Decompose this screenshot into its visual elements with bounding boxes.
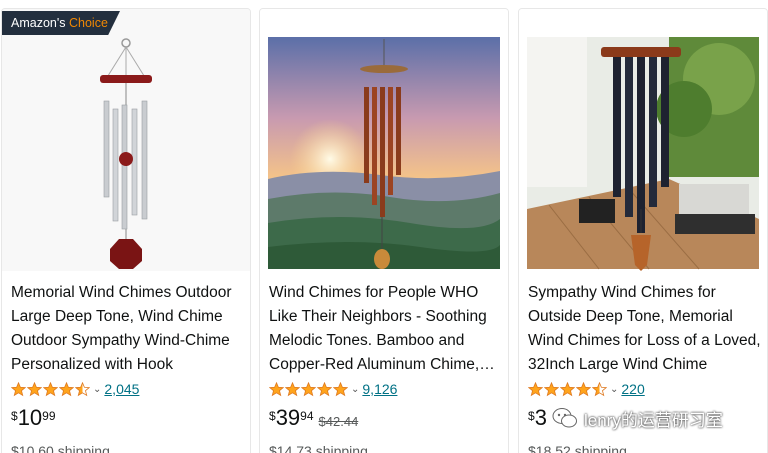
- price-whole: 3: [534, 405, 547, 430]
- star-full-icon: [576, 381, 591, 396]
- product-image[interactable]: [2, 9, 250, 271]
- product-title[interactable]: Wind Chimes for People WHO Like Their Ne…: [269, 281, 505, 377]
- price-symbol: $: [11, 409, 18, 423]
- star-full-icon: [544, 381, 559, 396]
- shipping-cost: $14.73 shipping: [269, 443, 368, 453]
- rating-row[interactable]: ⌄ 220: [528, 379, 645, 399]
- amazons-choice-badge: Amazon's Choice: [2, 11, 120, 35]
- sunset-wind-chime-image: [260, 9, 508, 271]
- star-full-icon: [528, 381, 543, 396]
- product-card[interactable]: Sympathy Wind Chimes for Outside Deep To…: [518, 8, 768, 453]
- star-full-icon: [333, 381, 348, 396]
- patio-wind-chime-image: [519, 9, 767, 271]
- price: $ 39 94 $42.44: [269, 405, 358, 431]
- price-whole: 39: [275, 405, 301, 430]
- star-full-icon: [317, 381, 332, 396]
- star-full-icon: [285, 381, 300, 396]
- price: $ 10 99: [11, 405, 56, 431]
- watermark-text: lenry的运营研习室: [584, 410, 723, 430]
- star-full-icon: [59, 381, 74, 396]
- star-full-icon: [43, 381, 58, 396]
- product-card[interactable]: Amazon's Choice Memorial Wind Chimes Out…: [1, 8, 251, 453]
- price: $ 3: [528, 405, 547, 431]
- star-half-icon: [75, 381, 90, 396]
- review-count-link[interactable]: 220: [621, 381, 644, 397]
- wechat-icon: [552, 408, 577, 428]
- star-full-icon: [269, 381, 284, 396]
- price-symbol: $: [528, 409, 535, 423]
- wechat-watermark: lenry的运营研习室: [552, 403, 723, 433]
- price-symbol: $: [269, 409, 276, 423]
- rating-row[interactable]: ⌄ 2,045: [11, 379, 139, 399]
- review-count-link[interactable]: 9,126: [362, 381, 397, 397]
- product-title[interactable]: Sympathy Wind Chimes for Outside Deep To…: [528, 281, 764, 377]
- price-fraction: 94: [300, 409, 314, 423]
- review-count-link[interactable]: 2,045: [104, 381, 139, 397]
- shipping-cost: $18.52 shipping: [528, 443, 627, 453]
- star-full-icon: [301, 381, 316, 396]
- product-image[interactable]: [519, 9, 767, 271]
- star-rating[interactable]: [528, 381, 608, 397]
- list-price: $42.44: [318, 414, 359, 429]
- star-half-icon: [592, 381, 607, 396]
- product-card[interactable]: Wind Chimes for People WHO Like Their Ne…: [259, 8, 509, 453]
- chevron-down-icon[interactable]: ⌄: [610, 384, 618, 395]
- star-full-icon: [11, 381, 26, 396]
- product-title[interactable]: Memorial Wind Chimes Outdoor Large Deep …: [11, 281, 247, 377]
- star-rating[interactable]: [11, 381, 91, 397]
- product-image[interactable]: [260, 9, 508, 271]
- silver-wind-chime-image: [2, 9, 250, 271]
- star-rating[interactable]: [269, 381, 349, 397]
- product-grid: Amazon's Choice Memorial Wind Chimes Out…: [0, 0, 768, 453]
- star-full-icon: [560, 381, 575, 396]
- badge-highlight: Choice: [68, 16, 108, 30]
- chevron-down-icon[interactable]: ⌄: [351, 384, 359, 395]
- chevron-down-icon[interactable]: ⌄: [93, 384, 101, 395]
- rating-row[interactable]: ⌄ 9,126: [269, 379, 397, 399]
- badge-prefix: Amazon's: [11, 16, 66, 30]
- shipping-cost: $10.60 shipping: [11, 443, 110, 453]
- star-full-icon: [27, 381, 42, 396]
- price-fraction: 99: [42, 409, 56, 423]
- price-whole: 10: [17, 405, 43, 430]
